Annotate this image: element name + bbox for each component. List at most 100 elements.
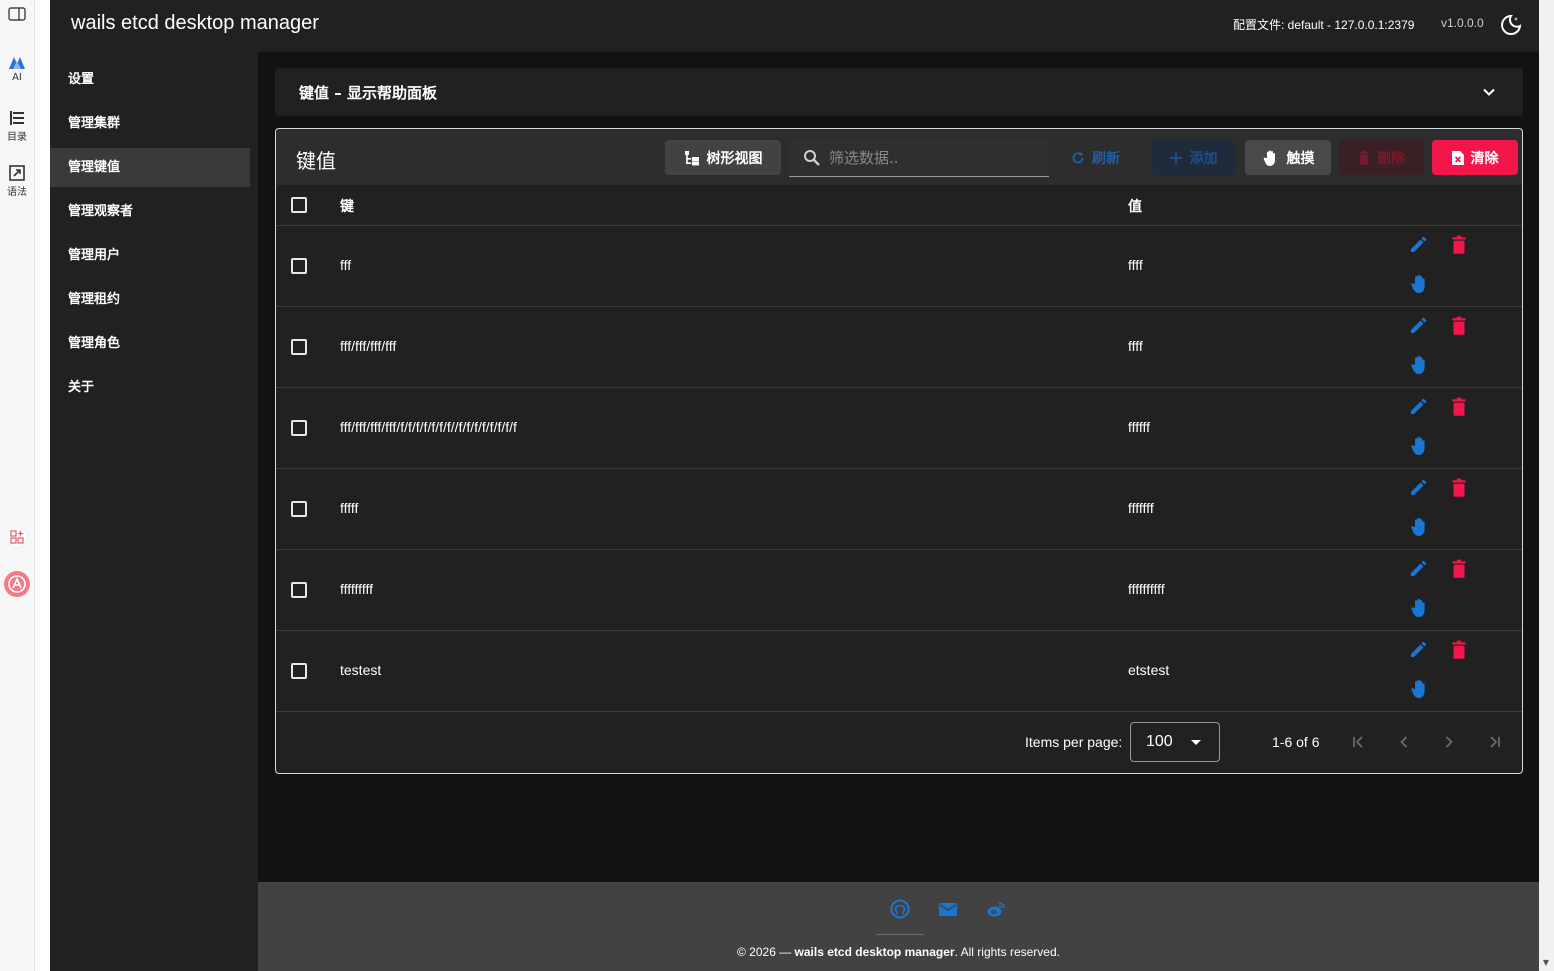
column-header-key: 键: [340, 199, 354, 215]
pencil-icon: [1411, 398, 1427, 414]
theme-toggle-button[interactable]: [1499, 13, 1523, 37]
copyright-prefix: © 2026 —: [737, 945, 795, 959]
table-row: fff/fff/fff/fff/f/f/f/f/f/f/f//f/f/f/f/f…: [276, 388, 1522, 469]
edit-button[interactable]: [1408, 396, 1430, 418]
pencil-icon: [1411, 236, 1427, 252]
filter-search-input[interactable]: [829, 145, 1039, 171]
mail-icon[interactable]: [938, 899, 958, 919]
touch-button[interactable]: 触摸: [1245, 140, 1331, 175]
refresh-button[interactable]: 刷新: [1059, 140, 1132, 175]
next-page-button[interactable]: [1439, 732, 1459, 752]
page-scrollbar[interactable]: [1539, 0, 1554, 971]
grammar-label: 语法: [7, 187, 27, 198]
first-page-icon: [1353, 736, 1363, 748]
delete-row-button[interactable]: [1448, 234, 1470, 256]
clear-label: 清除: [1470, 150, 1499, 167]
pagination-bar: Items per page: 100 1-6 of 6: [276, 712, 1522, 774]
help-panel-header[interactable]: 键值 – 显示帮助面板: [275, 68, 1523, 116]
copyright-suffix: . All rights reserved.: [954, 945, 1060, 959]
translate-button[interactable]: [0, 570, 34, 600]
apps-button[interactable]: [0, 526, 34, 550]
touch-row-button[interactable]: [1408, 273, 1430, 295]
nav-settings[interactable]: 设置: [50, 60, 250, 99]
scroll-down-arrow[interactable]: ▼: [1541, 958, 1551, 968]
hand-icon: [1411, 679, 1425, 698]
touch-label: 触摸: [1286, 150, 1315, 167]
nav-about[interactable]: 关于: [50, 368, 250, 407]
row-checkbox[interactable]: [291, 339, 307, 355]
last-page-icon: [1490, 736, 1500, 748]
refresh-label: 刷新: [1092, 150, 1120, 167]
footer-copyright: © 2026 — wails etcd desktop manager. All…: [258, 945, 1539, 959]
column-header-value: 值: [1128, 199, 1142, 215]
trash-icon: [1452, 397, 1466, 416]
chevron-down-icon: [1483, 88, 1495, 96]
select-all-checkbox[interactable]: [291, 197, 307, 213]
row-checkbox[interactable]: [291, 582, 307, 598]
expand-icon: [9, 165, 25, 181]
grammar-button[interactable]: 语法: [0, 165, 34, 198]
hand-icon: [1411, 598, 1425, 617]
ai-button[interactable]: AI: [0, 56, 34, 83]
edit-button[interactable]: [1408, 558, 1430, 580]
items-per-page-select[interactable]: 100: [1130, 722, 1220, 762]
row-value: ffff: [1128, 338, 1143, 354]
nav-manage-leases[interactable]: 管理租约: [50, 280, 250, 319]
last-page-button[interactable]: [1485, 732, 1505, 752]
trash-icon: [1452, 235, 1466, 254]
row-value: fffffff: [1128, 500, 1154, 516]
tree-view-button[interactable]: 树形视图: [665, 140, 781, 175]
weibo-icon[interactable]: [986, 899, 1006, 919]
touch-row-button[interactable]: [1408, 597, 1430, 619]
nav-manage-watchers[interactable]: 管理观察者: [50, 192, 250, 231]
first-page-button[interactable]: [1348, 732, 1368, 752]
previous-page-button[interactable]: [1394, 732, 1414, 752]
ai-icon: [9, 57, 25, 69]
trash-icon: [1452, 559, 1466, 578]
row-value: etstest: [1128, 662, 1170, 678]
kv-card-title: 键值: [296, 149, 336, 173]
apps-sparkle-icon: [6, 526, 28, 548]
delete-selected-button[interactable]: 删除: [1339, 140, 1424, 175]
app-bar: wails etcd desktop manager 配置文件: default…: [50, 0, 1539, 52]
nav-manage-kv[interactable]: 管理键值: [50, 148, 250, 187]
trash-icon: [1452, 640, 1466, 659]
edit-button[interactable]: [1408, 315, 1430, 337]
add-label: 添加: [1189, 150, 1218, 167]
row-key: testest: [340, 662, 382, 678]
edit-button[interactable]: [1408, 639, 1430, 661]
filter-search-box: [789, 139, 1049, 177]
nav-manage-roles[interactable]: 管理角色: [50, 324, 250, 363]
row-key: fff/fff/fff/fff/f/f/f/f/f/f/f//f/f/f/f/f…: [340, 419, 517, 435]
nav-manage-users[interactable]: 管理用户: [50, 236, 250, 275]
add-button[interactable]: 添加: [1151, 140, 1235, 175]
delete-row-button[interactable]: [1448, 558, 1470, 580]
delete-row-button[interactable]: [1448, 315, 1470, 337]
hand-icon: [1263, 150, 1275, 166]
delete-row-button[interactable]: [1448, 477, 1470, 499]
row-checkbox[interactable]: [291, 663, 307, 679]
row-checkbox[interactable]: [291, 501, 307, 517]
sidebar-toggle-button[interactable]: [0, 6, 34, 24]
row-checkbox[interactable]: [291, 258, 307, 274]
touch-row-button[interactable]: [1408, 435, 1430, 457]
row-checkbox[interactable]: [291, 420, 307, 436]
delete-row-button[interactable]: [1448, 639, 1470, 661]
file-tree-icon: [684, 150, 699, 165]
touch-row-button[interactable]: [1408, 678, 1430, 700]
touch-row-button[interactable]: [1408, 354, 1430, 376]
touch-row-button[interactable]: [1408, 516, 1430, 538]
table-row: fff/fff/fff/fff ffff: [276, 307, 1522, 388]
edit-button[interactable]: [1408, 477, 1430, 499]
nav-manage-cluster[interactable]: 管理集群: [50, 104, 250, 143]
github-icon[interactable]: [890, 899, 910, 919]
delete-row-button[interactable]: [1448, 396, 1470, 418]
toc-button[interactable]: 目录: [0, 110, 34, 143]
row-value: ffffffffff: [1128, 581, 1165, 597]
pencil-icon: [1411, 317, 1427, 333]
edit-button[interactable]: [1408, 234, 1430, 256]
row-key: fffffffff: [340, 581, 373, 597]
caret-down-icon: [1191, 740, 1201, 745]
clear-button[interactable]: 清除: [1432, 140, 1518, 175]
clear-file-icon: [1451, 150, 1464, 165]
